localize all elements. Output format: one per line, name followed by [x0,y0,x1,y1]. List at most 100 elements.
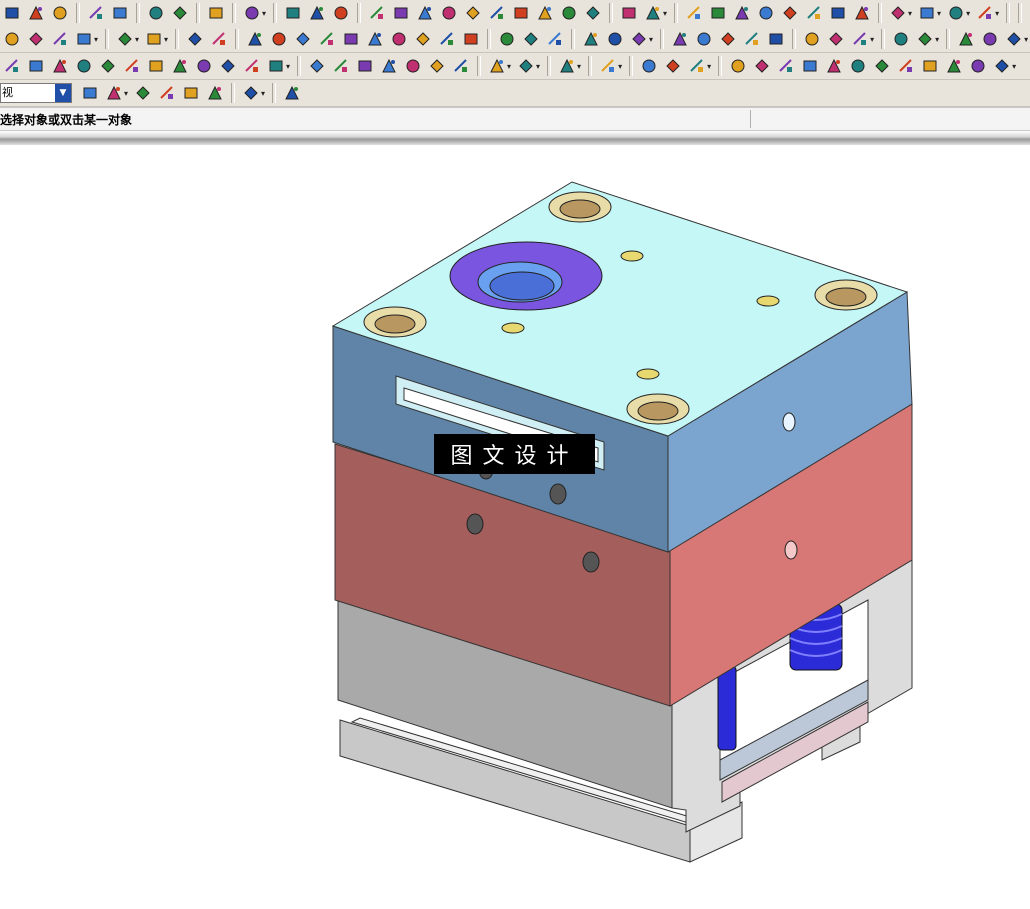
pin3-icon[interactable] [776,56,796,76]
toolbar-dropdown-arrow[interactable]: ▾ [663,9,667,18]
spring-icon[interactable] [802,29,822,49]
toolbar-dropdown-arrow[interactable]: ▾ [262,9,266,18]
block-icon[interactable] [389,29,409,49]
group2-icon[interactable] [516,56,536,76]
toolbar-dropdown-arrow[interactable]: ▾ [935,35,939,44]
axis-icon[interactable] [439,3,459,23]
pin5-icon[interactable] [824,56,844,76]
part4-icon[interactable] [379,56,399,76]
graphics-viewport[interactable]: 图文设计 [0,145,1030,909]
cube-view-icon[interactable] [888,3,908,23]
combo-dropdown-button[interactable]: ▼ [55,84,71,102]
part6-icon[interactable] [427,56,447,76]
close-icon[interactable] [218,56,238,76]
assembly-icon[interactable] [581,29,601,49]
feature-icon[interactable] [2,29,22,49]
pick-icon[interactable] [511,3,531,23]
part3-icon[interactable] [355,56,375,76]
toolbar-dropdown-arrow[interactable]: ▾ [966,9,970,18]
copy-icon[interactable] [2,3,22,23]
view-cube-icon[interactable] [157,83,177,103]
mold3-icon[interactable] [1004,29,1024,49]
toolbar-dropdown-arrow[interactable]: ▾ [536,62,540,71]
hatch-icon[interactable] [50,56,70,76]
grid-icon[interactable] [74,56,94,76]
transform-icon[interactable] [170,3,190,23]
circle-icon[interactable] [26,56,46,76]
toolbar-dropdown-arrow[interactable]: ▾ [649,35,653,44]
pin2-icon[interactable] [752,56,772,76]
edit-icon[interactable] [146,3,166,23]
part1-icon[interactable] [307,56,327,76]
hex-icon[interactable] [598,56,618,76]
layer4-icon[interactable] [242,56,262,76]
pin6-icon[interactable] [848,56,868,76]
paste-icon[interactable] [26,3,46,23]
pin8-icon[interactable] [896,56,916,76]
split-icon[interactable] [687,56,707,76]
toolbar-dropdown-arrow[interactable]: ▾ [286,62,290,71]
shell-icon[interactable] [185,29,205,49]
mold-base-model[interactable] [0,145,1030,909]
slab3-icon[interactable] [545,29,565,49]
view-combo[interactable]: 视 ▼ [0,83,72,103]
part2-icon[interactable] [331,56,351,76]
assembly2-icon[interactable] [629,29,649,49]
sphere2-icon[interactable] [209,29,229,49]
zoom-icon[interactable] [756,3,776,23]
group-icon[interactable] [487,56,507,76]
toolbar-dropdown-arrow[interactable]: ▾ [995,9,999,18]
layer2-icon[interactable] [331,3,351,23]
part7-icon[interactable] [451,56,471,76]
arc-icon[interactable] [694,29,714,49]
rect-icon[interactable] [708,3,728,23]
layer-view-icon[interactable] [80,83,100,103]
stack-icon[interactable] [98,56,118,76]
tool2-icon[interactable] [915,29,935,49]
snap-point-icon[interactable] [104,83,124,103]
find-icon[interactable] [242,3,262,23]
square-icon[interactable] [975,3,995,23]
toolbar-dropdown-arrow[interactable]: ▾ [261,89,265,98]
slab2-icon[interactable] [521,29,541,49]
delete-icon[interactable] [50,3,70,23]
pin12-icon[interactable] [992,56,1012,76]
line-icon[interactable] [670,29,690,49]
cursor-icon[interactable] [205,83,225,103]
pin11-icon[interactable] [968,56,988,76]
curve-icon[interactable] [391,3,411,23]
cube-icon[interactable] [245,29,265,49]
feature3-icon[interactable] [50,29,70,49]
snap-icon[interactable] [367,3,387,23]
chamfer-icon[interactable] [293,29,313,49]
core-icon[interactable] [639,56,659,76]
redo-icon[interactable] [110,3,130,23]
frame-icon[interactable] [122,56,142,76]
diag-icon[interactable] [2,56,22,76]
render-icon[interactable] [852,3,872,23]
pin9-icon[interactable] [920,56,940,76]
pin7-icon[interactable] [872,56,892,76]
part5-icon[interactable] [403,56,423,76]
pick3-icon[interactable] [559,3,579,23]
toolbar-dropdown-arrow[interactable]: ▾ [577,62,581,71]
pen-icon[interactable] [146,56,166,76]
layer3-icon[interactable] [643,3,663,23]
toolbar-dropdown-arrow[interactable]: ▾ [1024,35,1028,44]
ruler-icon[interactable] [619,3,639,23]
toolbar-dropdown-arrow[interactable]: ▾ [1012,62,1016,71]
book2-icon[interactable] [365,29,385,49]
toolbar-dropdown-arrow[interactable]: ▾ [164,35,168,44]
toolbar-dropdown-arrow[interactable]: ▾ [94,35,98,44]
marquee-icon[interactable] [241,83,261,103]
fork-icon[interactable] [850,29,870,49]
shaded-box-icon[interactable] [282,83,302,103]
box2-icon[interactable] [266,56,286,76]
point-icon[interactable] [415,3,435,23]
toolbar-dropdown-arrow[interactable]: ▾ [507,62,511,71]
toolbar-dropdown-arrow[interactable]: ▾ [937,9,941,18]
pin4-icon[interactable] [800,56,820,76]
feature4-icon[interactable] [74,29,94,49]
undo-icon[interactable] [86,3,106,23]
blend-icon[interactable] [283,3,303,23]
